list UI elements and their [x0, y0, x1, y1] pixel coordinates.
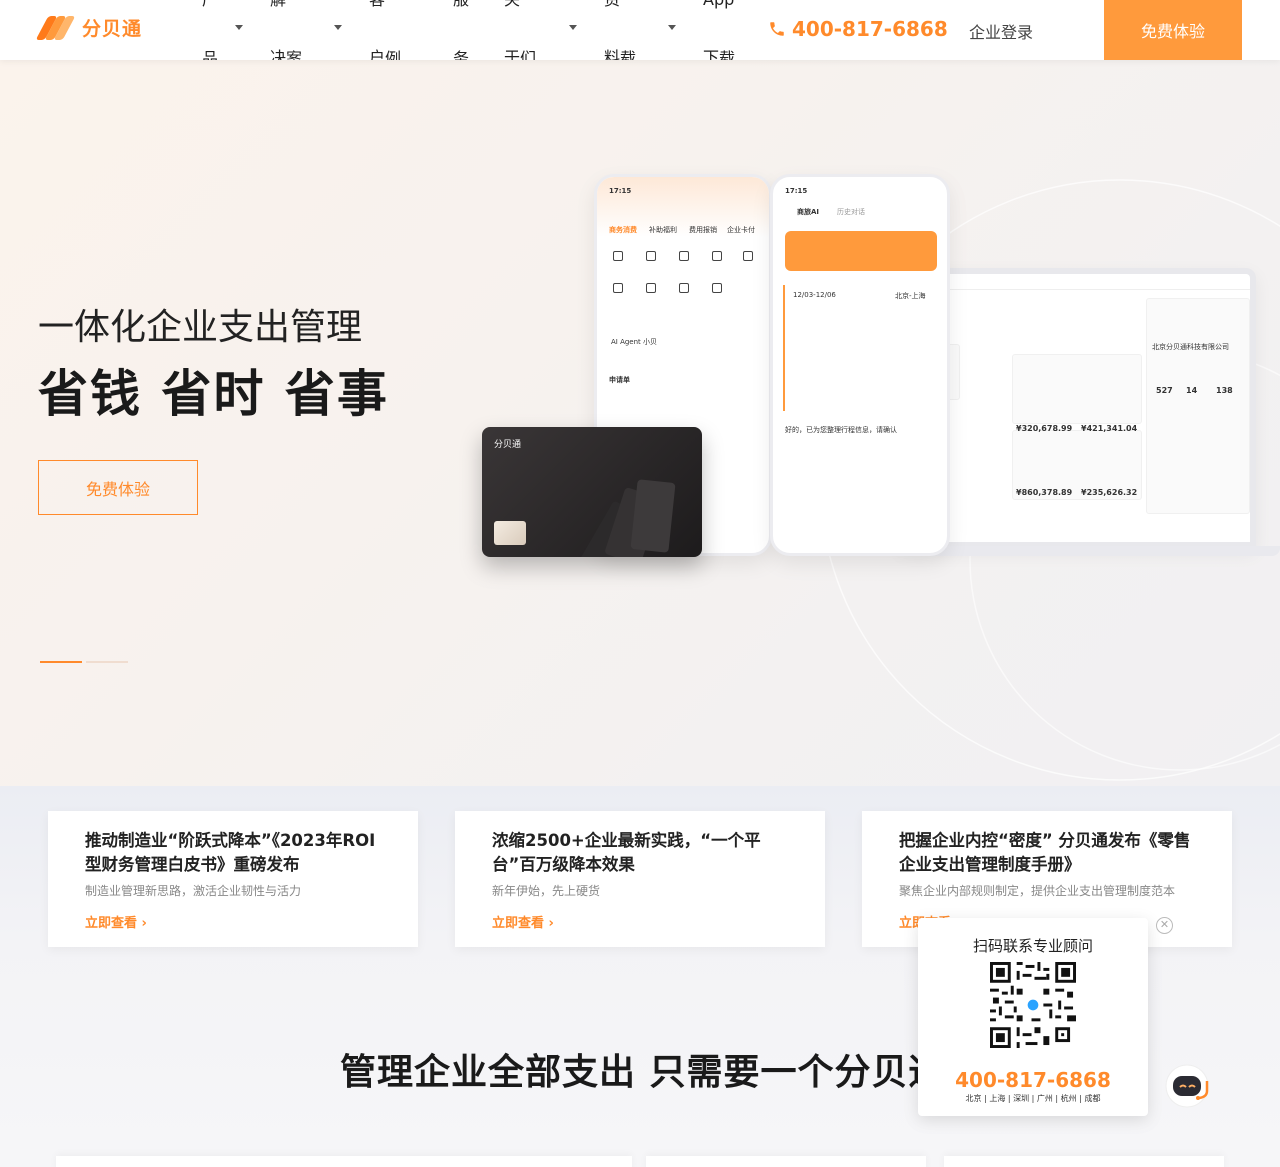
chevron-down-icon — [569, 25, 577, 30]
qr-code-icon — [990, 962, 1076, 1048]
chevron-down-icon — [235, 25, 243, 30]
hero-subtitle: 一体化企业支出管理 — [38, 307, 363, 348]
amount-value: ¥421,341.04 — [1081, 424, 1138, 433]
cart-icon — [646, 283, 656, 293]
more-icon — [743, 283, 753, 293]
qr-title: 扫码联系专业顾问 — [972, 937, 1093, 955]
news-title: 浓缩2500+企业最新实践，“一个平台”百万级降本效果 — [492, 831, 761, 874]
meal-icon — [743, 251, 753, 261]
hotel-icon — [646, 251, 656, 261]
chevron-right-icon: › — [137, 916, 147, 931]
takeout-icon — [613, 283, 623, 293]
carousel-dot-active[interactable] — [40, 661, 82, 663]
amount-value: ¥235,626.32 — [1081, 488, 1138, 497]
qr-contact-popup: 扫码联系专业顾问 400-817-6868 北京 | 上海 | 深圳 | 广州 … — [918, 918, 1148, 1116]
apply-label: 申请单 — [609, 376, 630, 384]
top-header: 分贝通 产 品 解决方 案 客户案 例 服 务 关于我 们 资料下 载 App下… — [0, 0, 1280, 60]
ai-confirm-text: 好的，已为您整理行程信息，请确认 — [785, 426, 897, 434]
phone-number: 400-817-6868 — [792, 17, 948, 41]
laptop-toolbar — [906, 274, 1250, 290]
news-card[interactable]: 推动制造业“阶跃式降本”《2023年ROI型财务管理白皮书》重磅发布 制造业管理… — [48, 811, 418, 947]
carousel-dot[interactable] — [86, 661, 128, 663]
news-view-link[interactable]: 立即查看 › — [85, 912, 147, 931]
stat-value: 14 — [1186, 386, 1198, 395]
news-view-link[interactable]: 立即查看 › — [492, 912, 554, 931]
news-desc: 新年伊始，先上硬货 — [492, 884, 601, 898]
phone-mockup-ai: 17:15 商旅AI 历史对话 12/03-12/06 北京-上海 好的，已为您… — [770, 174, 950, 556]
site-logo[interactable]: 分贝通 — [35, 14, 143, 41]
status-time: 17:15 — [609, 187, 632, 195]
amount-value: ¥860,378.89 — [1016, 488, 1073, 497]
corporate-card: 分贝通 — [482, 427, 702, 557]
hero-trial-button[interactable]: 免费体验 — [38, 460, 198, 515]
chevron-right-icon: › — [544, 916, 554, 931]
logo-mark-icon — [35, 15, 78, 40]
stat-value: 138 — [1216, 386, 1233, 395]
history-label: 历史对话 — [837, 208, 865, 216]
news-card[interactable]: 浓缩2500+企业最新实践，“一个平台”百万级降本效果 新年伊始，先上硬货 立即… — [455, 811, 825, 947]
qr-cities: 北京 | 上海 | 深圳 | 广州 | 杭州 | 成都 — [965, 1094, 1101, 1103]
logo-text: 分贝通 — [82, 18, 143, 40]
carousel-indicators — [40, 661, 132, 663]
robot-assistant-icon[interactable] — [1163, 1063, 1213, 1109]
hero-title: 省钱 省时 省事 — [38, 365, 389, 423]
amount-value: ¥320,678.99 — [1016, 424, 1073, 433]
feature-card — [944, 1156, 1224, 1167]
news-desc: 制造业管理新思路，激活企业韧性与活力 — [85, 884, 302, 898]
qr-phone[interactable]: 400-817-6868 — [918, 1068, 1148, 1092]
chevron-down-icon — [334, 25, 342, 30]
chat-bubble — [785, 231, 937, 271]
chevron-down-icon — [668, 25, 676, 30]
card-chip-icon — [494, 521, 526, 545]
close-icon[interactable]: ✕ — [1156, 917, 1173, 934]
feature-card — [646, 1156, 926, 1167]
train-icon — [679, 251, 689, 261]
company-name: 北京分贝通科技有限公司 — [1152, 343, 1229, 351]
health-icon — [712, 283, 722, 293]
agent-label: AI Agent 小贝 — [611, 338, 658, 346]
ai-title: 商旅AI — [797, 208, 820, 216]
login-link[interactable]: 企业登录 — [969, 19, 1033, 43]
plane-icon — [613, 251, 623, 261]
card-brand: 分贝通 — [494, 440, 522, 450]
trip-card: 12/03-12/06 北京-上海 — [783, 285, 939, 411]
phone-icon — [770, 22, 784, 36]
car-icon — [712, 251, 722, 261]
truck-icon — [679, 283, 689, 293]
stat-value: 527 — [1156, 386, 1173, 395]
news-title: 把握企业内控“密度” 分贝通发布《零售企业支出管理制度手册》 — [899, 831, 1191, 874]
header-phone[interactable]: 400-817-6868 — [768, 17, 948, 41]
news-desc: 聚焦企业内部规则制定，提供企业支出管理制度范本 — [899, 884, 1176, 898]
news-title: 推动制造业“阶跃式降本”《2023年ROI型财务管理白皮书》重磅发布 — [85, 831, 376, 874]
laptop-mockup: ¥320,678.99 ¥421,341.04 ¥860,378.89 ¥235… — [900, 268, 1256, 548]
header-trial-button[interactable]: 免费体验 — [1104, 0, 1242, 60]
feature-card — [56, 1156, 632, 1167]
section-title: 管理企业全部支出 只需要一个分贝通 — [340, 1052, 946, 1093]
